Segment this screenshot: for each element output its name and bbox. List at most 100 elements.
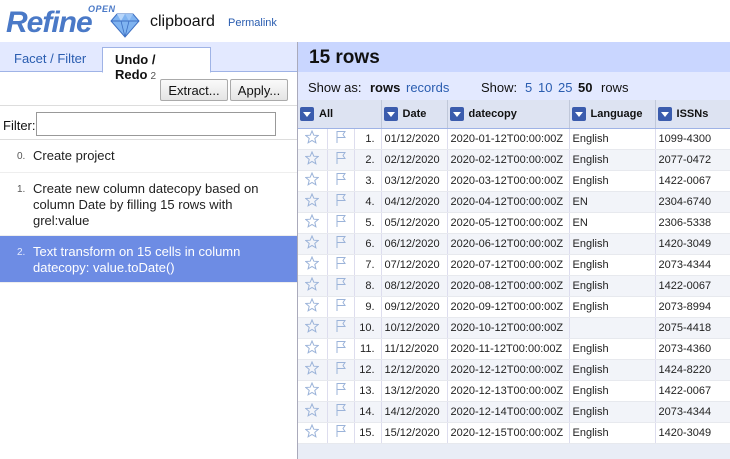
star-cell[interactable] — [298, 296, 328, 318]
cell-issns[interactable]: 1422-0067 — [655, 275, 730, 297]
flag-cell[interactable] — [327, 170, 355, 192]
flag-icon[interactable] — [335, 236, 347, 252]
cell-language[interactable]: English — [569, 338, 656, 360]
cell-datecopy[interactable]: 2020-10-12T00:00:00Z — [447, 317, 570, 339]
flag-cell[interactable] — [327, 317, 355, 339]
cell-date[interactable]: 10/12/2020 — [381, 317, 448, 339]
flag-icon[interactable] — [335, 320, 347, 336]
cell-datecopy[interactable]: 2020-06-12T00:00:00Z — [447, 233, 570, 255]
cell-date[interactable]: 02/12/2020 — [381, 149, 448, 171]
flag-icon[interactable] — [335, 257, 347, 273]
cell-date[interactable]: 01/12/2020 — [381, 128, 448, 150]
cell-issns[interactable]: 2077-0472 — [655, 149, 730, 171]
page-size-5[interactable]: 5 — [525, 80, 532, 95]
flag-cell[interactable] — [327, 359, 355, 381]
cell-issns[interactable]: 2306-5338 — [655, 212, 730, 234]
cell-issns[interactable]: 2075-4418 — [655, 317, 730, 339]
cell-language[interactable]: EN — [569, 212, 656, 234]
star-cell[interactable] — [298, 170, 328, 192]
star-icon[interactable] — [305, 172, 320, 189]
flag-cell[interactable] — [327, 296, 355, 318]
column-header-datecopy[interactable]: datecopy — [447, 100, 570, 129]
cell-datecopy[interactable]: 2020-12-13T00:00:00Z — [447, 380, 570, 402]
history-item[interactable]: 0. Create project — [0, 140, 297, 173]
column-menu-icon[interactable] — [657, 106, 672, 121]
star-icon[interactable] — [305, 193, 320, 210]
star-icon[interactable] — [305, 130, 320, 147]
cell-issns[interactable]: 1422-0067 — [655, 380, 730, 402]
cell-language[interactable]: English — [569, 128, 656, 150]
cell-language[interactable]: English — [569, 359, 656, 381]
cell-issns[interactable]: 1424-8220 — [655, 359, 730, 381]
cell-language[interactable]: English — [569, 233, 656, 255]
star-cell[interactable] — [298, 275, 328, 297]
project-title[interactable]: clipboard — [150, 13, 215, 31]
flag-cell[interactable] — [327, 254, 355, 276]
star-cell[interactable] — [298, 338, 328, 360]
column-header-language[interactable]: Language — [569, 100, 656, 129]
records-mode-link[interactable]: records — [406, 80, 449, 95]
cell-issns[interactable]: 2073-8994 — [655, 296, 730, 318]
flag-cell[interactable] — [327, 149, 355, 171]
flag-icon[interactable] — [335, 194, 347, 210]
column-header-date[interactable]: Date — [381, 100, 448, 129]
page-size-10[interactable]: 10 — [538, 80, 552, 95]
cell-datecopy[interactable]: 2020-11-12T00:00:00Z — [447, 338, 570, 360]
flag-icon[interactable] — [335, 404, 347, 420]
star-icon[interactable] — [305, 277, 320, 294]
flag-cell[interactable] — [327, 212, 355, 234]
flag-icon[interactable] — [335, 215, 347, 231]
cell-datecopy[interactable]: 2020-07-12T00:00:00Z — [447, 254, 570, 276]
cell-datecopy[interactable]: 2020-01-12T00:00:00Z — [447, 128, 570, 150]
cell-language[interactable]: English — [569, 275, 656, 297]
cell-date[interactable]: 09/12/2020 — [381, 296, 448, 318]
column-header-issns[interactable]: ISSNs — [655, 100, 730, 129]
star-cell[interactable] — [298, 359, 328, 381]
cell-date[interactable]: 15/12/2020 — [381, 422, 448, 444]
star-cell[interactable] — [298, 380, 328, 402]
page-size-25[interactable]: 25 — [558, 80, 572, 95]
cell-date[interactable]: 08/12/2020 — [381, 275, 448, 297]
cell-language[interactable]: English — [569, 401, 656, 423]
star-cell[interactable] — [298, 401, 328, 423]
star-cell[interactable] — [298, 149, 328, 171]
history-item[interactable]: 1. Create new column datecopy based on c… — [0, 173, 297, 236]
star-icon[interactable] — [305, 340, 320, 357]
star-cell[interactable] — [298, 212, 328, 234]
cell-date[interactable]: 11/12/2020 — [381, 338, 448, 360]
cell-language[interactable]: English — [569, 422, 656, 444]
cell-language[interactable]: English — [569, 170, 656, 192]
star-icon[interactable] — [305, 298, 320, 315]
flag-icon[interactable] — [335, 152, 347, 168]
flag-icon[interactable] — [335, 278, 347, 294]
cell-issns[interactable]: 1099-4300 — [655, 128, 730, 150]
cell-issns[interactable]: 2073-4360 — [655, 338, 730, 360]
star-cell[interactable] — [298, 233, 328, 255]
cell-language[interactable]: English — [569, 254, 656, 276]
flag-cell[interactable] — [327, 275, 355, 297]
rows-mode-toggle[interactable]: rows — [370, 80, 400, 95]
flag-cell[interactable] — [327, 380, 355, 402]
cell-date[interactable]: 07/12/2020 — [381, 254, 448, 276]
flag-icon[interactable] — [335, 131, 347, 147]
star-cell[interactable] — [298, 191, 328, 213]
column-header-all[interactable]: All — [298, 100, 382, 129]
flag-cell[interactable] — [327, 338, 355, 360]
extract-button[interactable]: Extract... — [160, 79, 228, 101]
cell-date[interactable]: 03/12/2020 — [381, 170, 448, 192]
star-icon[interactable] — [305, 403, 320, 420]
column-menu-icon[interactable] — [383, 106, 398, 121]
cell-date[interactable]: 04/12/2020 — [381, 191, 448, 213]
star-cell[interactable] — [298, 254, 328, 276]
cell-datecopy[interactable]: 2020-12-15T00:00:00Z — [447, 422, 570, 444]
openrefine-logo[interactable]: OPEN Refine — [6, 4, 142, 40]
column-menu-icon[interactable] — [571, 106, 586, 121]
flag-cell[interactable] — [327, 422, 355, 444]
flag-icon[interactable] — [335, 341, 347, 357]
cell-datecopy[interactable]: 2020-12-12T00:00:00Z — [447, 359, 570, 381]
cell-issns[interactable]: 1420-3049 — [655, 233, 730, 255]
cell-datecopy[interactable]: 2020-03-12T00:00:00Z — [447, 170, 570, 192]
cell-datecopy[interactable]: 2020-04-12T00:00:00Z — [447, 191, 570, 213]
cell-language[interactable] — [569, 317, 656, 339]
cell-language[interactable]: EN — [569, 191, 656, 213]
